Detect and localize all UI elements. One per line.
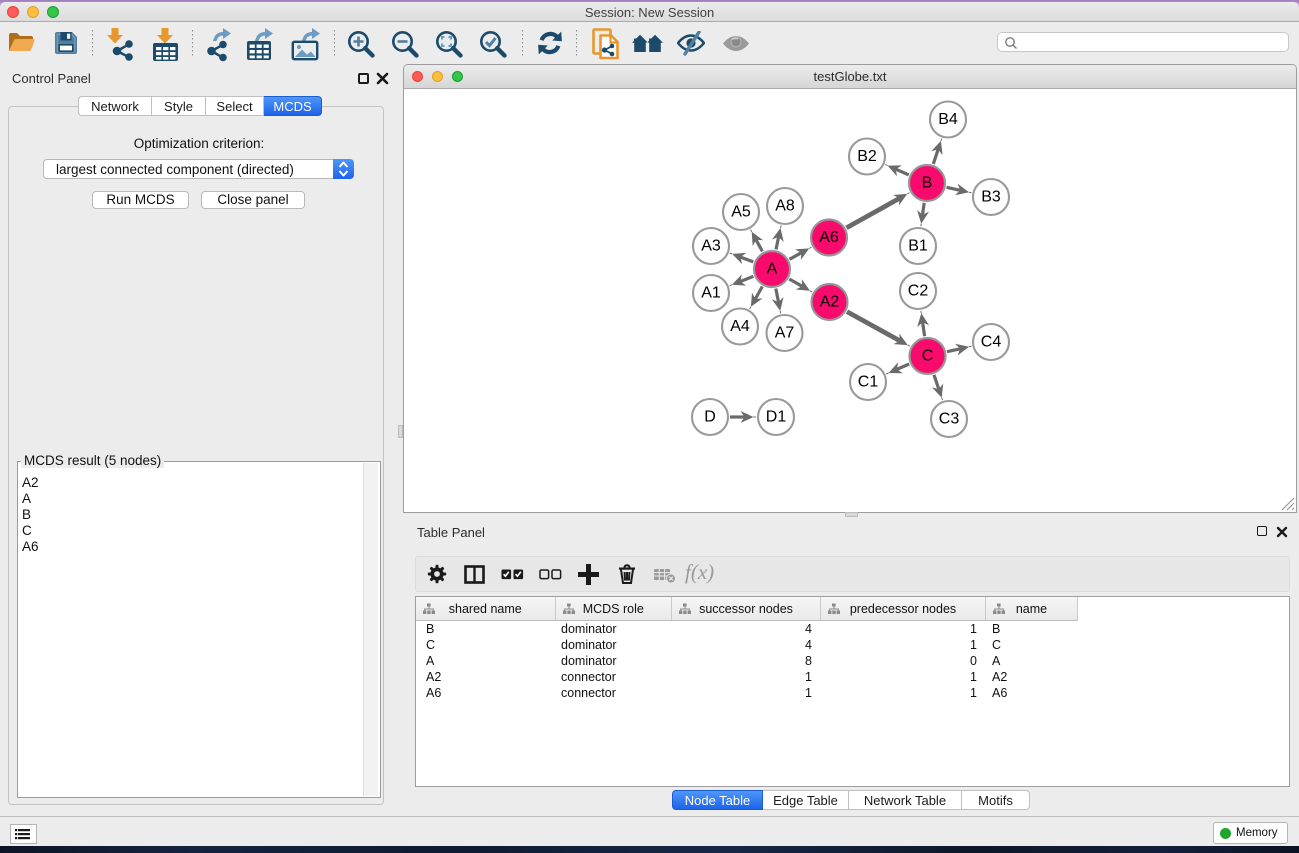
svg-text:B2: B2 bbox=[857, 148, 877, 165]
svg-text:A7: A7 bbox=[775, 325, 795, 342]
svg-text:B3: B3 bbox=[981, 189, 1001, 206]
svg-text:A2: A2 bbox=[820, 294, 840, 311]
svg-text:A6: A6 bbox=[819, 229, 839, 246]
svg-text:D1: D1 bbox=[766, 409, 787, 426]
svg-text:C1: C1 bbox=[858, 374, 879, 391]
svg-text:A5: A5 bbox=[731, 204, 751, 221]
svg-text:B4: B4 bbox=[938, 111, 958, 128]
svg-text:B: B bbox=[922, 175, 933, 192]
svg-text:A1: A1 bbox=[701, 285, 721, 302]
svg-text:C4: C4 bbox=[981, 334, 1002, 351]
svg-text:A4: A4 bbox=[730, 318, 750, 335]
svg-text:A3: A3 bbox=[701, 238, 721, 255]
svg-text:C3: C3 bbox=[939, 411, 960, 428]
svg-text:A8: A8 bbox=[775, 198, 795, 215]
svg-text:B1: B1 bbox=[908, 238, 928, 255]
svg-text:A: A bbox=[767, 261, 778, 278]
svg-text:C: C bbox=[922, 348, 934, 365]
svg-text:C2: C2 bbox=[908, 283, 929, 300]
svg-text:D: D bbox=[704, 409, 716, 426]
